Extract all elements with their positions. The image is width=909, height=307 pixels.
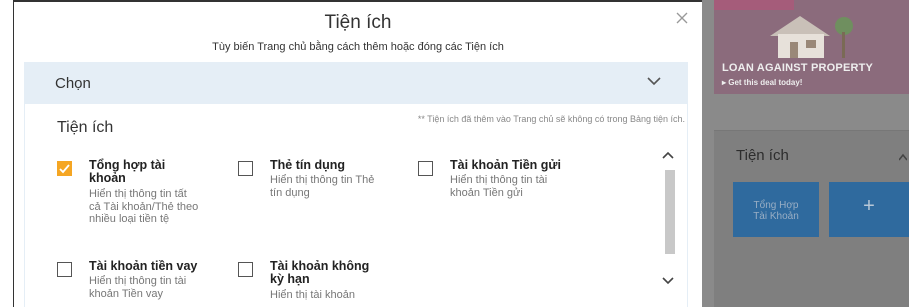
widget-option-loan-account[interactable]: Tài khoản tiền vay Hiển thị thông tin tà… [57,260,232,306]
widget-title: Tài khoản Tiền gửi [450,158,561,172]
backdrop-left [0,0,14,307]
widget-description: Hiển thị tài khoản [270,289,355,302]
chevron-down-icon [647,77,661,86]
side-card-title: Tiện ích [736,147,789,164]
chevron-up-icon[interactable] [899,153,907,161]
widget-desc-line2: cả Tài khoản/Thẻ theo [89,200,199,213]
panel-note: ** Tiện ích đã thêm vào Trang chủ sẽ khô… [417,114,685,124]
close-button[interactable] [674,10,690,26]
modal-subtitle: Tùy biến Trang chủ bằng cách thêm hoặc đ… [212,41,504,53]
widget-desc-line2: khoản Tiền gửi [450,186,523,199]
checkbox[interactable] [238,262,253,277]
widget-desc-line2: tín dụng [270,186,310,199]
widget-title: Tài khoản không kỳ hạn [270,260,410,286]
panel-title: Tiện ích [57,119,114,136]
widget-desc-line1: Hiển thị thông tin tài [450,174,548,186]
scroll-up-arrow-icon[interactable] [662,150,674,160]
check-icon [59,164,70,174]
loan-banner[interactable]: LOAN AGAINST PROPERTY ▸ Get this deal to… [714,0,909,94]
modal-title: Tiện ích [324,12,392,33]
widget-title: Thẻ tín dụng [270,158,345,172]
widget-desc-line2: khoản Tiền vay [89,287,163,300]
widget-description: Hiển thị thông tin tài khoản Tiền gửi [450,174,547,199]
widget-option-demand-account[interactable]: Tài khoản không kỳ hạn Hiển thị tài khoả… [238,260,413,306]
widgets-side-card: Tiện ích Tổng Hợp Tài Khoản + [714,130,909,307]
widget-option-account-summary[interactable]: Tổng hợp tài khoản Hiển thị thông tin tấ… [57,159,232,239]
banner-headline: LOAN AGAINST PROPERTY [722,62,874,74]
widget-title: Tài khoản tiền vay [89,260,198,273]
close-icon [676,12,688,24]
widget-title: Tổng hợp tài khoản [89,159,229,185]
widget-description: Hiển thị thông tin tất cả Tài khoản/Thẻ … [89,188,198,226]
widgets-modal: Tiện ích Tùy biến Trang chủ bằng cách th… [14,2,702,307]
choose-label: Chọn [55,74,91,92]
tile-account-summary[interactable]: Tổng Hợp Tài Khoản [733,182,819,237]
tile-label-line1: Tổng Hợp [753,200,799,211]
widget-title-line2: kỳ hạn [270,272,310,286]
banner-tag [714,0,794,10]
widget-title-line2: khoản [89,171,126,185]
widget-desc-line1: Hiển thị thông tin tài [89,275,187,287]
widget-option-deposit-account[interactable]: Tài khoản Tiền gửi Hiển thị thông tin tà… [418,159,593,209]
add-widget-tile[interactable]: + [829,182,909,237]
scrollbar-thumb[interactable] [665,170,675,254]
checkbox[interactable] [418,161,433,176]
checkbox-checked[interactable] [57,161,72,176]
choose-dropdown[interactable]: Chọn [24,62,688,104]
checkbox[interactable] [57,262,72,277]
widget-desc-line1: Hiển thị thông tin Thẻ [270,174,375,186]
checkbox[interactable] [238,161,253,176]
widget-option-credit-card[interactable]: Thẻ tín dụng Hiển thị thông tin Thẻ tín … [238,159,413,209]
banner-cta[interactable]: ▸ Get this deal today! [722,78,802,87]
house-icon [770,16,853,58]
tile-label-line2: Tài Khoản [753,211,799,222]
widget-desc-line3: nhiều loại tiền tệ [89,213,170,225]
widgets-panel: Tiện ích ** Tiện ích đã thêm vào Trang c… [24,104,688,307]
widget-description: Hiển thị thông tin tài khoản Tiền vay [89,275,186,300]
scroll-down-arrow-icon[interactable] [662,276,674,286]
widget-description: Hiển thị thông tin Thẻ tín dụng [270,174,374,199]
widget-desc-line1: Hiển thị thông tin tất [89,188,187,200]
widget-desc-line1: Hiển thị tài khoản [270,289,355,301]
